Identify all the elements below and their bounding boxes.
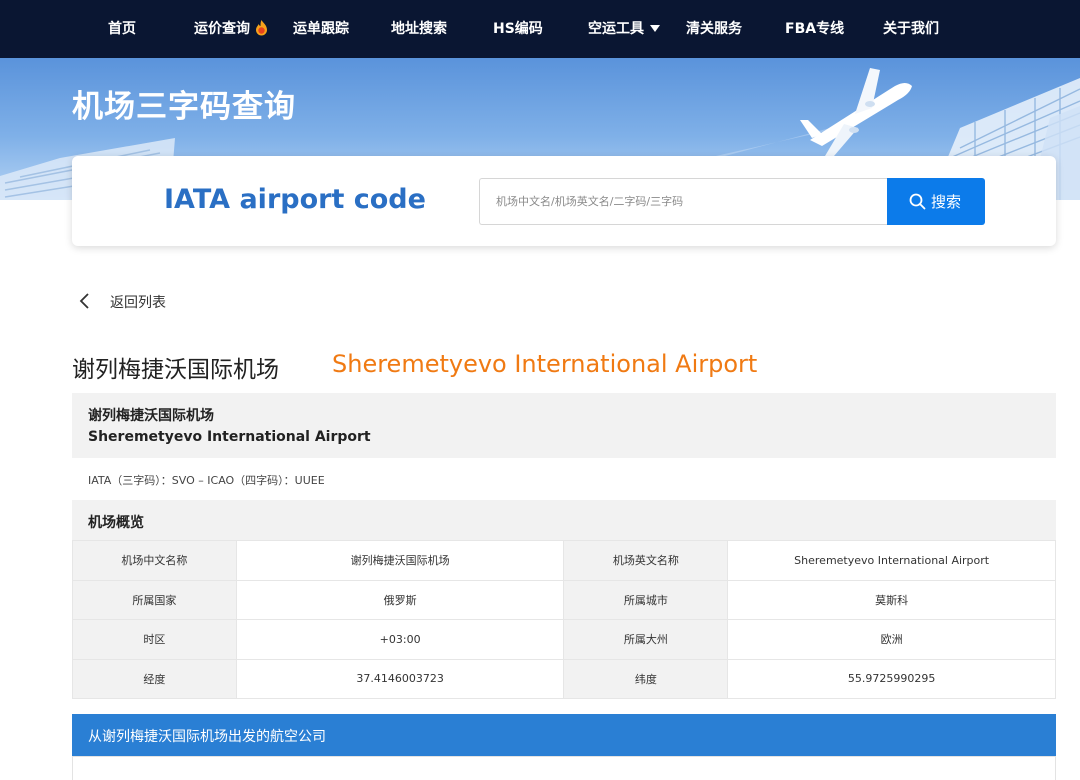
overview-title: 机场概览 [88, 515, 144, 531]
table-value: 莫斯科 [727, 579, 1056, 620]
table-value: Sheremetyevo International Airport [727, 540, 1056, 581]
table-key: 所属城市 [563, 579, 729, 620]
nav-waybill-tracking[interactable]: 运单跟踪 [293, 0, 349, 58]
back-to-list-label: 返回列表 [110, 295, 166, 311]
airport-codes-line: IATA（三字码）：SVO – ICAO（四字码）：UUEE [88, 474, 325, 487]
table-value: 37.4146003723 [235, 658, 565, 699]
search-card: IATA airport code 搜索 [72, 156, 1056, 246]
airport-name-en: Sheremetyevo International Airport [88, 429, 371, 445]
search-button-label: 搜索 [931, 193, 962, 211]
table-key: 机场中文名称 [72, 540, 237, 581]
table-value: +03:00 [235, 619, 565, 660]
table-key: 机场英文名称 [563, 540, 729, 581]
nav-hs-code[interactable]: HS编码 [493, 0, 543, 58]
airport-name-cn-heading: 谢列梅捷沃国际机场 [72, 357, 279, 383]
airport-overview-table: 机场中文名称 谢列梅捷沃国际机场 机场英文名称 Sheremetyevo Int… [72, 540, 1056, 699]
nav-air-tools[interactable]: 空运工具 [588, 0, 644, 58]
table-value: 俄罗斯 [235, 579, 565, 620]
page-title: 机场三字码查询 [72, 89, 296, 125]
table-value: 欧洲 [727, 619, 1056, 660]
table-row: 机场中文名称 谢列梅捷沃国际机场 机场英文名称 Sheremetyevo Int… [72, 540, 1056, 581]
table-key: 时区 [72, 619, 237, 660]
airlines-section-title: 从谢列梅捷沃国际机场出发的航空公司 [88, 729, 326, 745]
table-value: 谢列梅捷沃国际机场 [235, 540, 565, 581]
caret-down-icon[interactable] [650, 25, 660, 32]
chevron-left-icon [79, 293, 89, 309]
nav-fba-line[interactable]: FBA专线 [785, 0, 844, 58]
nav-home[interactable]: 首页 [108, 0, 136, 58]
table-key: 纬度 [563, 658, 729, 699]
nav-rate-query[interactable]: 运价查询 [194, 0, 250, 58]
table-key: 所属大州 [563, 619, 729, 660]
table-row: 所属国家 俄罗斯 所属城市 莫斯科 [72, 579, 1056, 620]
airport-name-cn: 谢列梅捷沃国际机场 [88, 408, 214, 424]
search-card-title: IATA airport code [164, 184, 426, 215]
airport-search-input[interactable] [479, 178, 888, 225]
airport-name-block: 谢列梅捷沃国际机场 Sheremetyevo International Air… [72, 393, 1056, 458]
search-icon [909, 193, 926, 210]
nav-about-us[interactable]: 关于我们 [883, 0, 939, 58]
airlines-section-header: 从谢列梅捷沃国际机场出发的航空公司 [72, 714, 1056, 756]
nav-address-search[interactable]: 地址搜索 [391, 0, 447, 58]
airlines-list [72, 756, 1056, 780]
airport-name-en-heading: Sheremetyevo International Airport [332, 350, 758, 378]
table-key: 经度 [72, 658, 237, 699]
table-value: 55.9725990295 [727, 658, 1056, 699]
table-row: 时区 +03:00 所属大州 欧洲 [72, 619, 1056, 660]
table-key: 所属国家 [72, 579, 237, 620]
nav-customs-service[interactable]: 清关服务 [686, 0, 742, 58]
overview-section-header: 机场概览 [72, 500, 1056, 540]
table-row: 经度 37.4146003723 纬度 55.9725990295 [72, 658, 1056, 699]
fire-hot-icon [256, 20, 267, 36]
search-button[interactable]: 搜索 [887, 178, 985, 225]
top-navigation: 首页 运价查询 运单跟踪 地址搜索 HS编码 空运工具 清关服务 FBA专线 关… [0, 0, 1080, 58]
